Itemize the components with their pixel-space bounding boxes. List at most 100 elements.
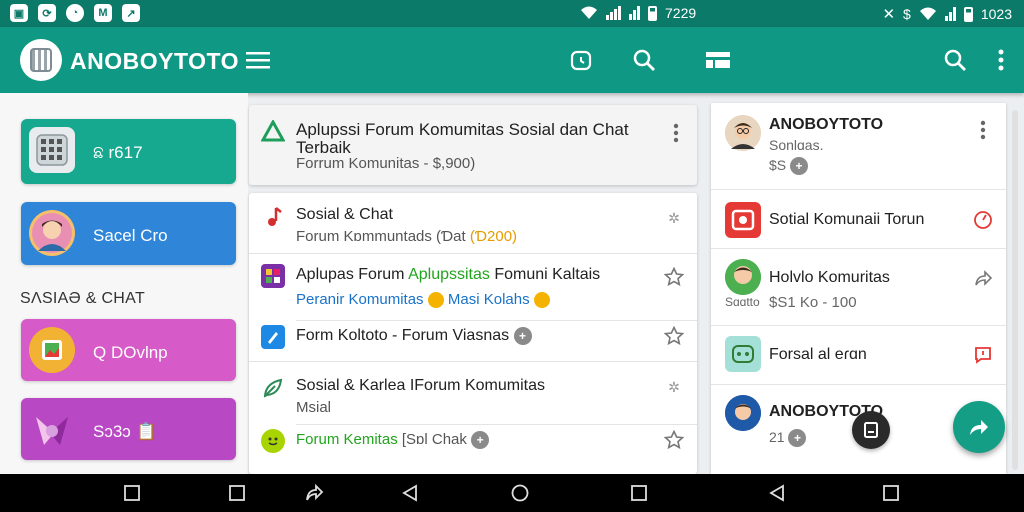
- note-icon: [864, 422, 878, 438]
- star-button[interactable]: [663, 429, 685, 451]
- status-bar: ▣ ⟳ ◔ M ↗ 7229 ✕ $ 1023: [0, 0, 1024, 27]
- search-button[interactable]: [629, 45, 659, 75]
- battery-icon: [648, 5, 657, 21]
- status-notification-icons: ▣ ⟳ ◔ M ↗: [10, 4, 140, 22]
- overflow-menu-button[interactable]: [986, 45, 1016, 75]
- clock-icon: [974, 211, 992, 229]
- feed-list: Sosial & Chat Forum Kɒmmuntads (Ɗat (Ɗ20…: [249, 193, 697, 474]
- contact-prefix: Sɑɑtto: [725, 295, 760, 309]
- timer-button[interactable]: [566, 45, 596, 75]
- contact-name: ANOBOYTOTO: [769, 116, 884, 133]
- star-icon: [664, 267, 684, 287]
- messenger-icon: ◔: [66, 4, 84, 22]
- search-button-right[interactable]: [940, 45, 970, 75]
- card-menu-button[interactable]: [673, 123, 679, 148]
- contact-status: 21: [769, 429, 785, 445]
- status-right-indicators: ✕ $ 1023: [882, 5, 1012, 23]
- share-nav-button[interactable]: [304, 483, 324, 503]
- back-button-2[interactable]: [767, 483, 787, 503]
- emoji-icon: [427, 292, 444, 309]
- hamburger-icon: [246, 52, 270, 69]
- card-subtitle: Forrum Komunitas - $,900): [296, 155, 476, 172]
- signal-icon-2: [629, 6, 640, 20]
- square-icon: [124, 485, 140, 501]
- more-vert-icon: [980, 120, 986, 140]
- item-title: Aplupas Forum: [296, 266, 409, 283]
- app-icon: [261, 264, 285, 288]
- message-button[interactable]: [972, 344, 994, 366]
- list-item[interactable]: Sosial & Chat Forum Kɒmmuntads (Ɗat (Ɗ20…: [249, 193, 697, 253]
- recents-button-2[interactable]: [227, 483, 247, 503]
- square-icon: [229, 485, 245, 501]
- sync-icon: ⟳: [38, 4, 56, 22]
- ribbon-icon: [29, 406, 75, 452]
- wifi-icon: [581, 6, 597, 19]
- system-navigation-bar: [0, 474, 1024, 512]
- contact-menu-button[interactable]: [972, 119, 994, 141]
- overview-button-2[interactable]: [881, 483, 901, 503]
- contact-status: Sonlɑas.: [769, 137, 824, 153]
- more-vert-icon: [998, 49, 1004, 71]
- tile-explore[interactable]: Q DOvlnp: [21, 319, 236, 381]
- contact-item[interactable]: Forsal al eɾɑn: [711, 326, 1006, 384]
- timer-button[interactable]: [972, 209, 994, 231]
- list-item[interactable]: Sosial & Karlea IForum Komumitas Msial ✲: [249, 362, 697, 424]
- avatar: [725, 395, 761, 431]
- share-fab[interactable]: [953, 401, 1005, 453]
- star-icon: [664, 430, 684, 450]
- menu-button[interactable]: [243, 45, 273, 75]
- sparkle-icon[interactable]: ✲: [663, 207, 685, 229]
- overview-button[interactable]: [629, 483, 649, 503]
- item-title-highlight: Aplupssitas: [408, 266, 490, 283]
- star-button[interactable]: [663, 325, 685, 347]
- contact-name: Sotial Komunaii Torun: [769, 211, 925, 228]
- signal-icon-right: [944, 7, 956, 21]
- tile-calculator[interactable]: ଛ r617: [21, 119, 236, 184]
- view-toggle-button[interactable]: [703, 45, 733, 75]
- tile-gifts[interactable]: Sɔ3ɔ 📋: [21, 398, 236, 460]
- contact-item[interactable]: ANOBOYTOTO Sonlɑas. $S +: [711, 103, 1006, 189]
- contact-item[interactable]: Sotial Komunaii Torun: [711, 190, 1006, 248]
- back-button[interactable]: [400, 483, 420, 503]
- tile-label: Sɔ3ɔ 📋: [93, 422, 157, 441]
- list-item[interactable]: Aplupas Forum Aplupssitas Fomuni Kaltais…: [249, 254, 697, 320]
- home-circle-icon: [511, 484, 529, 502]
- item-subtitle: Msial: [296, 399, 332, 416]
- list-item[interactable]: Forum Kemitas [Sɒl Chak +: [249, 425, 697, 473]
- app-logo[interactable]: [20, 39, 62, 81]
- emoji-icon-2: [533, 292, 550, 309]
- status-time: 7229: [665, 5, 697, 21]
- featured-card[interactable]: Aplupssi Forum Komumitas Sosial dan Chat…: [249, 105, 697, 185]
- emoji-icon: [261, 429, 285, 453]
- avatar: [725, 115, 761, 151]
- photo-icon: ▣: [10, 4, 28, 22]
- compose-button[interactable]: [852, 411, 890, 449]
- contact-badge: +: [790, 157, 809, 176]
- more-vert-icon: [673, 123, 679, 143]
- recents-button[interactable]: [122, 483, 142, 503]
- avatar: [725, 259, 761, 295]
- item-subtitle: Forum Kɒmmuntads (Ɗat: [296, 228, 466, 245]
- contact-status: $S1 Ko - 100: [769, 294, 857, 311]
- home-button[interactable]: [510, 483, 530, 503]
- list-item[interactable]: Form Koltoto - Forum Viasnas +: [249, 321, 697, 361]
- status-clock: 1023: [980, 6, 1012, 22]
- contact-meta: $S: [769, 157, 787, 173]
- item-subtitle: [Sɒl Chak: [397, 431, 467, 448]
- tile-social-chat[interactable]: Sacel Cro: [21, 202, 236, 265]
- sparkle-icon[interactable]: ✲: [663, 376, 685, 398]
- share-button[interactable]: [972, 267, 994, 289]
- share-icon: [306, 484, 324, 501]
- tile-label: Sacel Cro: [93, 226, 168, 245]
- scrollbar[interactable]: [1012, 110, 1018, 470]
- app-title: ANOBOYTOTO: [70, 48, 239, 74]
- signal-icon: [606, 6, 621, 20]
- add-badge: +: [513, 327, 532, 345]
- chart-icon: ↗: [122, 4, 140, 22]
- leaf-icon: [261, 376, 285, 400]
- timer-icon: [570, 50, 592, 71]
- item-title: Sosial & Karlea IForum Komumitas: [296, 377, 545, 394]
- triangle-icon: [260, 118, 286, 142]
- star-button[interactable]: [663, 266, 685, 288]
- contact-item[interactable]: Holvlo Komuritas Sɑɑtto $S1 Ko - 100: [711, 249, 1006, 325]
